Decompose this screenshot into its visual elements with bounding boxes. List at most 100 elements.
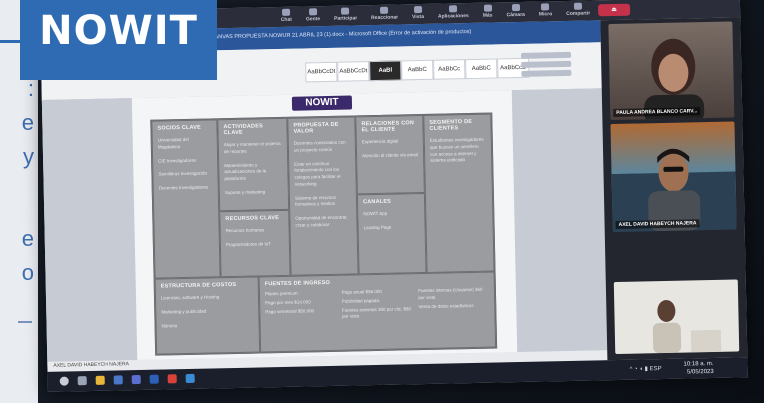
nowit-logo: NOWIT — [20, 0, 217, 80]
canvas-cell: FUENTES DE INGRESO Planes premium: Pago … — [258, 271, 497, 353]
participant-video — [644, 38, 705, 121]
canvas-cell-title: PROPUESTA DE VALOR — [293, 121, 339, 135]
canvas-cell: PROPUESTA DE VALOR Docentes conectados c… — [287, 116, 359, 276]
find-placeholder[interactable] — [520, 51, 572, 59]
participant-video — [611, 148, 737, 233]
canvas-item: Fuentes internas (Usuarios) 360 por vist… — [418, 286, 483, 300]
chat-button[interactable]: Chat — [281, 8, 292, 23]
more-button[interactable]: Más — [483, 4, 493, 19]
business-model-canvas: SOCIOS CLAVE Universidad del Magdalena C… — [150, 112, 498, 356]
canvas-item: Atención al cliente vía email — [362, 151, 418, 159]
canvas-item: Fuentes externas 360 por clic, $80 por v… — [341, 305, 412, 319]
canvas-item: CIE Investigadores — [158, 157, 197, 164]
camera-button[interactable]: Cámara — [506, 3, 525, 18]
teams-controls: Chat Gente Participar Reaccionar Vista A… — [281, 2, 590, 23]
style-heading3[interactable]: AaBbC — [465, 58, 498, 80]
apps-icon — [449, 5, 458, 13]
replace-placeholder[interactable] — [521, 60, 572, 68]
document-logo: NOWIT — [291, 95, 353, 111]
canvas-item: Recursos humanos — [225, 227, 265, 234]
status-text: AXEL DAVID HABEYCH NAJERA — [53, 361, 130, 369]
word-icon[interactable] — [149, 374, 159, 384]
canvas-cell: CANALES NOWIT App Landing Page — [356, 192, 427, 275]
canvas-cell-title: ESTRUCTURA DE COSTOS — [160, 281, 237, 290]
canvas-item: Docentes Investigadores — [158, 184, 209, 191]
style-heading2[interactable]: AaBbCc — [433, 59, 466, 80]
canvas-item: Pago por mes $14.000 — [265, 299, 311, 306]
canvas-item: Landing Page — [363, 224, 392, 231]
slide-text-fragment: : — [27, 76, 34, 101]
style-heading1[interactable]: AaBbC — [401, 59, 434, 81]
canvas-cell-title: FUENTES DE INGRESO — [264, 279, 331, 288]
file-explorer-icon[interactable] — [95, 375, 105, 385]
app-icon[interactable] — [185, 373, 195, 384]
camera-icon — [511, 3, 520, 12]
canvas-item: Semilleros Investigación — [158, 170, 207, 177]
participant-tile[interactable]: AXEL DAVID HABEYCH NAJERA — [610, 121, 737, 233]
logo-rule — [0, 40, 40, 43]
taskbar-clock[interactable]: 10:18 a. m. 5/05/2023 — [683, 361, 713, 377]
slide-text-fragment: y — [23, 144, 34, 169]
teams-icon[interactable] — [131, 374, 141, 385]
participant-tile[interactable]: PAULA ANDREA BLANCO CARV... — [608, 21, 735, 121]
share-button[interactable]: Compartir — [566, 2, 590, 17]
task-view-icon[interactable] — [77, 376, 87, 386]
canvas-item: Venta de datos estadísticos — [418, 302, 474, 309]
canvas-item: Estar en continuo fortalecimiento con lo… — [294, 160, 341, 187]
people-icon — [308, 8, 317, 16]
style-normal[interactable]: AaBbCcDt — [305, 61, 338, 83]
leave-button[interactable]: ⏏ — [597, 3, 631, 17]
canvas-item: Planes premium: — [264, 290, 299, 297]
react-button[interactable]: Reaccionar — [371, 6, 398, 22]
slide-text-fragment: e — [21, 226, 34, 251]
canvas-item: Licencias, software y Hosting — [160, 294, 220, 301]
share-icon — [573, 2, 583, 10]
slide-text-fragment: o — [21, 260, 34, 285]
raise-hand-button[interactable]: Participar — [334, 7, 357, 22]
canvas-item: Mantenimiento y actualizaciones de la pl… — [224, 161, 267, 182]
canvas-item: Soporte y marketing — [224, 189, 266, 195]
chrome-icon[interactable] — [167, 374, 177, 384]
system-tray[interactable]: ^ ◔ ◖ ▮ ESP — [629, 365, 661, 373]
grid-icon — [413, 6, 422, 14]
canvas-item: Publicidad pagada: — [341, 297, 381, 304]
participants-panel: PAULA ANDREA BLANCO CARV... AXEL DAVID H… — [600, 17, 748, 361]
canvas-item: Pago semestral $50.000 — [265, 307, 315, 314]
canvas-cell-title: CANALES — [362, 198, 392, 206]
canvas-cell: ACTIVIDADES CLAVE Alojar y mantener el s… — [217, 117, 290, 212]
canvas-item: Experiencia digital — [361, 138, 399, 145]
canvas-item: Oportunidad de encontrar, crear y colabo… — [295, 214, 348, 228]
style-no-spacing[interactable]: AaBbCcDt — [337, 61, 370, 82]
canvas-cell-title: ACTIVIDADES CLAVE — [223, 123, 263, 137]
view-button[interactable]: Vista — [412, 6, 424, 20]
canvas-cell: SOCIOS CLAVE Universidad del Magdalena C… — [151, 119, 221, 279]
style-title[interactable]: AaBl — [369, 60, 402, 82]
canvas-item: Estudiantes investigadores que buscan un… — [429, 136, 484, 164]
canvas-item: Programadores de IoT — [225, 240, 271, 247]
canvas-cell-title: SEGMENTO DE CLIENTES — [429, 118, 473, 132]
document-area: NOWIT SOCIOS CLAVE Universidad del Magda… — [41, 88, 608, 362]
canvas-cell-title: RECURSOS CLAVE — [225, 215, 280, 223]
word-window-title: CANVAS PROPUESTA NOWUR 21 ABRIL 23 (1).d… — [210, 28, 472, 41]
smile-icon — [380, 6, 389, 14]
canvas-item: NOWIT App — [363, 210, 388, 217]
canvas-item: Sistema de recursos formativos y medios — [294, 194, 337, 207]
apps-button[interactable]: Aplicaciones — [438, 5, 469, 20]
canvas-cell: RECURSOS CLAVE Recursos humanos Programa… — [219, 209, 291, 278]
canvas-cell-title: SOCIOS CLAVE — [157, 124, 202, 132]
search-icon[interactable] — [59, 376, 69, 386]
canvas-cell: SEGMENTO DE CLIENTES Estudiantes investi… — [423, 113, 495, 273]
edge-icon[interactable] — [113, 375, 123, 385]
canvas-cell-title: RELACIONES CON EL CLIENTE — [361, 120, 415, 134]
canvas-item: Pago anual $96.000 — [341, 288, 382, 295]
canvas-cell: ESTRUCTURA DE COSTOS Licencias, software… — [154, 276, 261, 355]
select-placeholder[interactable] — [521, 69, 572, 77]
canvas-cell: RELACIONES CON EL CLIENTE Experiencia di… — [355, 114, 425, 195]
participant-video — [652, 299, 722, 354]
people-button[interactable]: Gente — [306, 8, 320, 22]
mic-button[interactable]: Micro — [539, 3, 552, 18]
mic-icon — [541, 3, 550, 11]
ribbon-editing-group — [520, 48, 602, 90]
participant-tile[interactable] — [613, 279, 740, 355]
slide-divider — [18, 321, 32, 323]
